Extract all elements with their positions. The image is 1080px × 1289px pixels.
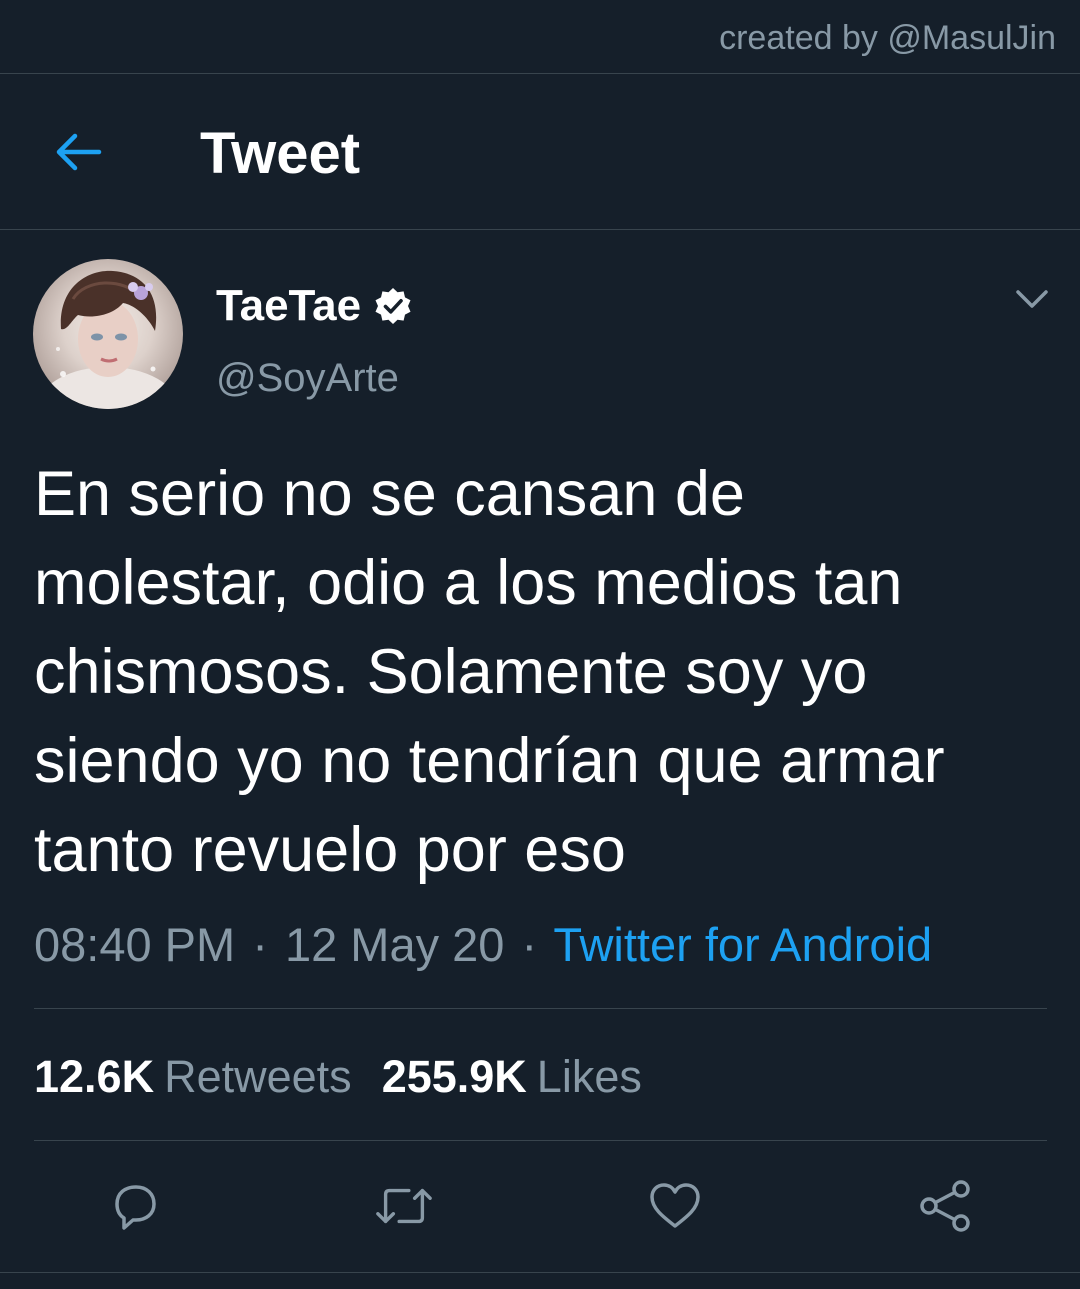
tweet-time: 08:40 PM [34, 918, 236, 971]
meta-separator: · [521, 918, 538, 971]
tweet-stats: 12.6K Retweets 255.9K Likes [34, 1050, 642, 1104]
author-name[interactable]: TaeTae [216, 280, 413, 332]
credit-bar: created by @MasulJin [0, 0, 1080, 74]
retweets-stat[interactable]: 12.6K Retweets [34, 1051, 352, 1102]
tweet-client-link[interactable]: Twitter for Android [553, 918, 932, 971]
arrow-left-icon [56, 133, 102, 171]
avatar[interactable] [33, 259, 183, 409]
share-icon [920, 1180, 970, 1232]
tweet-date: 12 May 20 [284, 918, 505, 971]
tweet-text: En serio no se cansan de molestar, odio … [34, 450, 1054, 895]
chevron-down-icon [1016, 290, 1048, 308]
retweet-icon [376, 1188, 432, 1224]
tweet-text-line: En serio no se cansan de [34, 459, 745, 529]
likes-count: 255.9K [381, 1051, 527, 1102]
page-title: Tweet [200, 121, 361, 186]
retweets-count: 12.6K [34, 1051, 155, 1102]
more-options-button[interactable] [1010, 282, 1054, 318]
likes-stat[interactable]: 255.9K Likes [382, 1051, 642, 1102]
tweet-text-line: siendo yo no tendrían que armar [34, 726, 945, 796]
tweet-text-line: molestar, odio a los medios tan [34, 548, 903, 618]
retweets-label: Retweets [164, 1051, 352, 1102]
tweet-header: Tweet [0, 74, 1080, 230]
tweet-meta: 08:40 PM · 12 May 20 · Twitter for Andro… [34, 918, 932, 972]
divider [0, 1272, 1080, 1273]
avatar-image [38, 270, 178, 409]
credit-text: created by @MasulJin [719, 19, 1056, 57]
back-button[interactable] [48, 124, 108, 180]
retweet-button[interactable] [374, 1176, 434, 1236]
meta-separator: · [252, 918, 268, 971]
like-button[interactable] [645, 1176, 705, 1236]
reply-icon [115, 1185, 156, 1230]
share-button[interactable] [915, 1176, 975, 1236]
like-icon [650, 1183, 700, 1228]
divider [34, 1008, 1047, 1009]
reply-button[interactable] [105, 1176, 165, 1236]
tweet-text-line: tanto revuelo por eso [34, 815, 626, 885]
tweet-text-line: chismosos. Solamente soy yo [34, 637, 868, 707]
author-handle[interactable]: @SoyArte [216, 354, 399, 402]
author-display-name: TaeTae [216, 281, 362, 330]
likes-label: Likes [536, 1051, 642, 1102]
verified-badge-icon [375, 288, 411, 324]
divider [34, 1140, 1047, 1141]
